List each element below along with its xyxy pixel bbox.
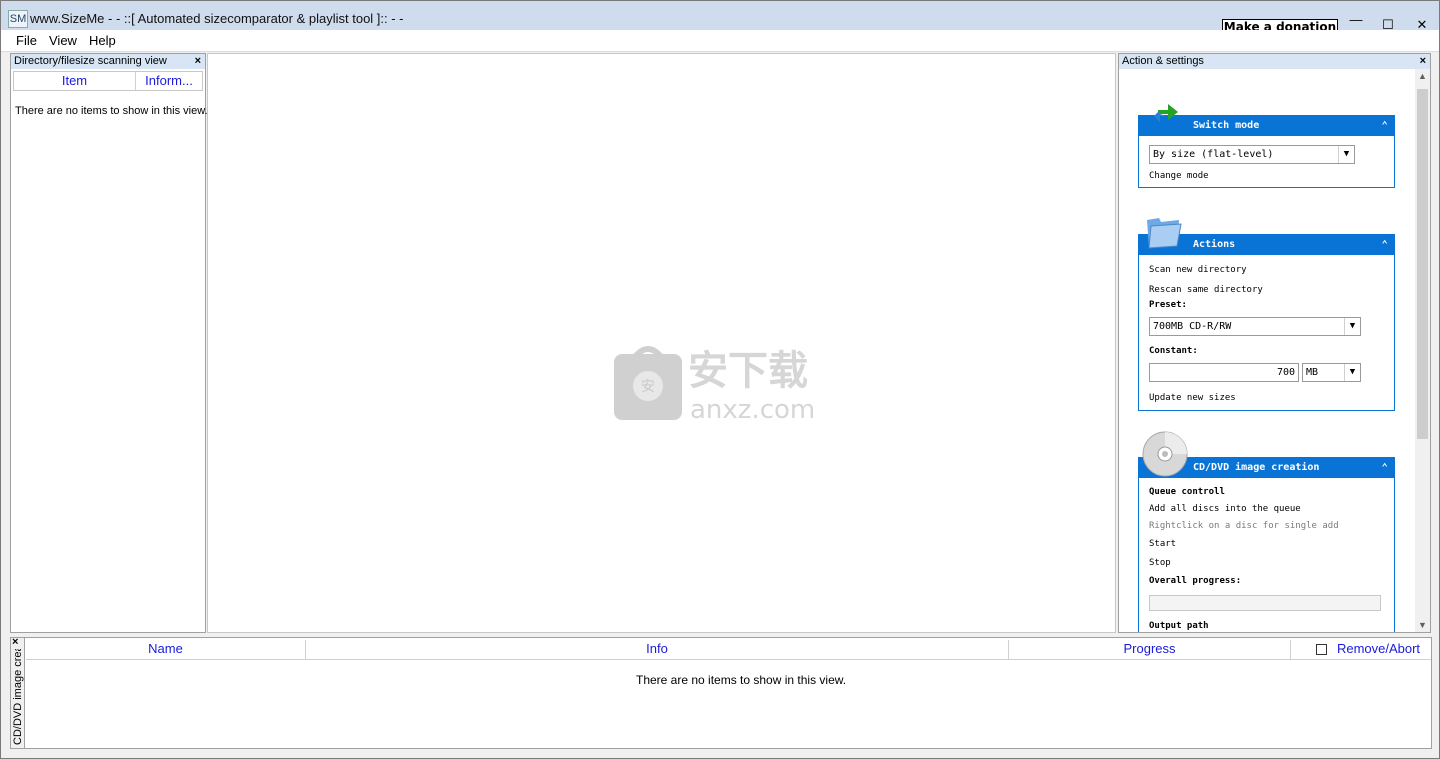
unit-select[interactable]: MB ▼ [1302, 363, 1361, 382]
column-header-remove-abort[interactable]: Remove/Abort [1326, 640, 1431, 660]
title-bar: SM www.SizeMe - - ::[ Automated sizecomp… [1, 1, 1439, 32]
watermark-logo: 安 安下载 anxz.com [614, 346, 815, 424]
rescan-directory-link[interactable]: Rescan same directory [1149, 285, 1263, 295]
queue-list-header: Name Info Progress Remove/Abort [26, 640, 1431, 660]
unit-select-value: MB [1306, 367, 1319, 378]
chevron-down-icon: ▼ [1344, 364, 1360, 381]
side-tab-label: CD/DVD image crea [12, 649, 24, 745]
preset-label: Preset: [1149, 300, 1187, 310]
scroll-down-icon[interactable]: ▼ [1415, 618, 1430, 632]
output-path-label: Output path [1149, 621, 1209, 631]
chevron-down-icon: ▼ [1344, 318, 1360, 335]
start-link[interactable]: Start [1149, 539, 1176, 549]
mode-select[interactable]: By size (flat-level) ▼ [1149, 145, 1355, 164]
constant-input[interactable]: 700 [1149, 363, 1299, 382]
watermark-domain: anxz.com [690, 395, 815, 424]
overall-progress-label: Overall progress: [1149, 576, 1242, 586]
cd-dvd-image-taskpane: CD/DVD image creation ⌃ Queue controll A… [1138, 457, 1395, 632]
overall-progress-bar [1149, 595, 1381, 611]
collapse-icon[interactable]: ⌃ [1381, 116, 1388, 135]
update-new-sizes-link[interactable]: Update new sizes [1149, 393, 1236, 403]
watermark-cn-text: 安下载 [688, 348, 808, 394]
minimize-icon[interactable]: — [1346, 13, 1366, 27]
list-header: Item Inform... [13, 71, 203, 91]
app-window: SM www.SizeMe - - ::[ Automated sizecomp… [0, 0, 1440, 759]
app-icon: SM [8, 10, 28, 28]
empty-queue-message: There are no items to show in this view. [636, 673, 847, 687]
svg-text:安: 安 [641, 379, 655, 395]
folder-icon [1147, 218, 1182, 249]
scrollbar-thumb[interactable] [1417, 89, 1428, 439]
queue-controll-label: Queue controll [1149, 487, 1225, 497]
menu-bar: File View Help [1, 30, 1439, 52]
menu-view[interactable]: View [49, 33, 77, 48]
actions-title: Actions [1193, 239, 1236, 250]
actions-taskpane: Actions ⌃ Scan new directory Rescan same… [1138, 234, 1395, 411]
scroll-up-icon[interactable]: ▲ [1415, 69, 1430, 83]
menu-file[interactable]: File [16, 33, 37, 48]
panel-caption-label: Directory/filesize scanning view [14, 55, 167, 67]
column-header-info[interactable]: Info [306, 640, 1009, 660]
preset-select[interactable]: 700MB CD-R/RW ▼ [1149, 317, 1361, 336]
side-tab[interactable]: × CD/DVD image crea [11, 636, 25, 748]
mode-select-value: By size (flat-level) [1153, 149, 1274, 160]
close-icon[interactable]: × [12, 636, 18, 648]
window-title: www.SizeMe - - ::[ Automated sizecompara… [30, 11, 404, 26]
constant-label: Constant: [1149, 346, 1198, 356]
add-all-discs-link[interactable]: Add all discs into the queue [1149, 504, 1301, 514]
cd-dvd-queue-panel: × CD/DVD image crea Name Info Progress R… [10, 636, 1432, 749]
rightclick-hint: Rightclick on a disc for single add [1149, 521, 1339, 531]
column-header-progress[interactable]: Progress [1009, 640, 1291, 660]
main-view: 安 安下载 anxz.com [207, 53, 1116, 633]
action-settings-panel: Action & settings × Switch mode ⌃ By siz… [1118, 53, 1431, 633]
directory-scanning-panel: Directory/filesize scanning view × Item … [10, 53, 208, 633]
switch-mode-title: Switch mode [1193, 120, 1260, 131]
empty-list-message: There are no items to show in this view. [15, 105, 208, 117]
cd-disc-icon [1142, 431, 1188, 477]
switch-arrows-icon [1154, 104, 1178, 122]
collapse-icon[interactable]: ⌃ [1381, 458, 1388, 477]
chevron-down-icon: ▼ [1338, 146, 1354, 163]
panel-caption: Directory/filesize scanning view × [11, 54, 205, 69]
close-icon[interactable]: × [1420, 54, 1426, 69]
panel-caption: Action & settings × [1119, 54, 1430, 69]
stop-link[interactable]: Stop [1149, 558, 1171, 568]
column-header-item[interactable]: Item [14, 72, 136, 90]
scan-new-directory-link[interactable]: Scan new directory [1149, 265, 1247, 275]
preset-select-value: 700MB CD-R/RW [1153, 321, 1232, 332]
vertical-scrollbar[interactable]: ▲ ▼ [1415, 69, 1430, 632]
column-header-information[interactable]: Inform... [136, 72, 202, 90]
column-header-name[interactable]: Name [26, 640, 306, 660]
change-mode-link[interactable]: Change mode [1149, 171, 1209, 181]
cd-dvd-title: CD/DVD image creation [1193, 462, 1320, 473]
menu-help[interactable]: Help [89, 33, 116, 48]
panel-caption-label: Action & settings [1122, 55, 1204, 67]
collapse-icon[interactable]: ⌃ [1381, 235, 1388, 254]
close-icon[interactable]: × [195, 54, 201, 69]
